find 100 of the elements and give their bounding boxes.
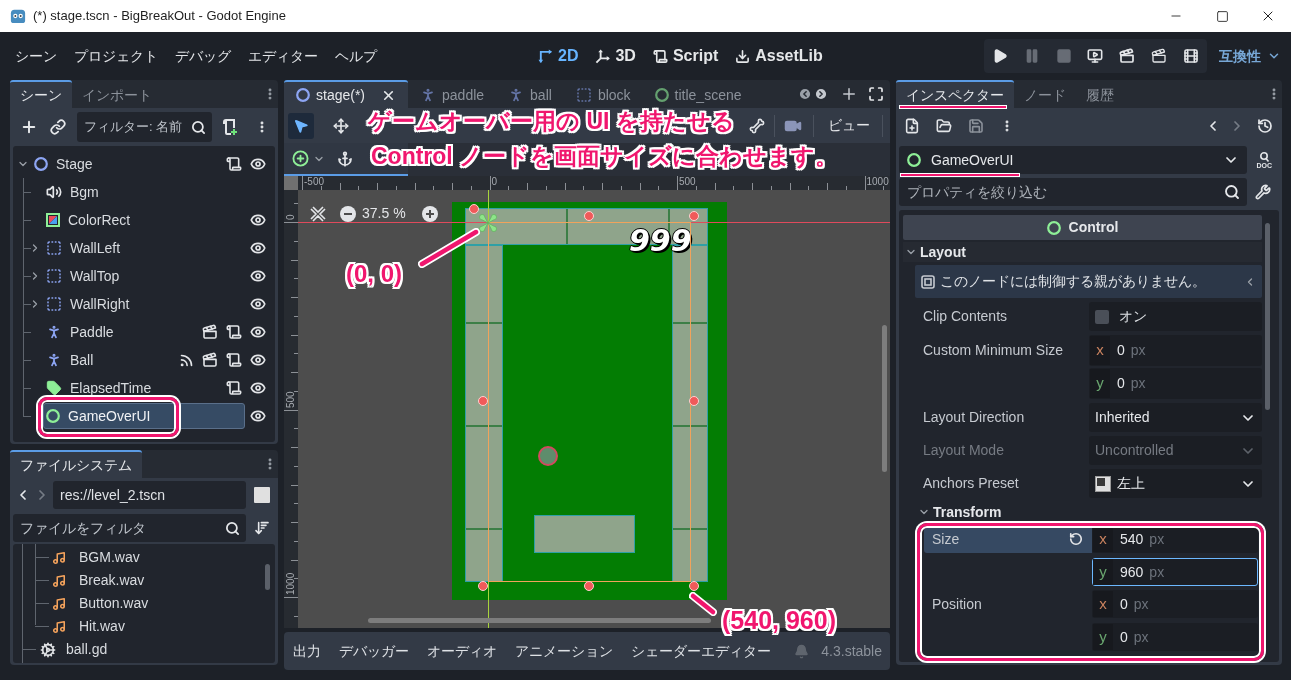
- workspace-tab[interactable]: 2D: [538, 44, 579, 68]
- bottom-panel-tab[interactable]: アニメーション: [515, 640, 613, 662]
- scroll-right-icon[interactable]: [814, 87, 828, 101]
- resize-handle[interactable]: [478, 396, 488, 406]
- tree-item[interactable]: ColorRect: [43, 207, 134, 233]
- eye-icon[interactable]: [250, 352, 266, 368]
- eye-icon[interactable]: [250, 408, 266, 424]
- scroll-icon[interactable]: [226, 324, 242, 340]
- clapperboard-icon[interactable]: [202, 352, 218, 368]
- clapperboard-icon[interactable]: [202, 324, 218, 340]
- play-icon[interactable]: [992, 48, 1008, 64]
- bone-icon[interactable]: [749, 117, 765, 134]
- resize-handle[interactable]: [689, 211, 699, 221]
- tree-item[interactable]: ElapsedTime: [43, 375, 155, 401]
- eye-icon[interactable]: [250, 380, 266, 396]
- number-field[interactable]: x 0 px: [1089, 335, 1262, 366]
- dock-tab[interactable]: 履歴: [1076, 80, 1124, 108]
- folder-open-icon[interactable]: [936, 118, 952, 134]
- scroll-icon[interactable]: [226, 156, 242, 172]
- scroll-icon[interactable]: [226, 380, 242, 396]
- number-field[interactable]: y 0 px: [1092, 623, 1258, 651]
- scene-tab[interactable]: stage(*): [284, 80, 409, 108]
- save-icon[interactable]: [968, 118, 984, 134]
- number-field[interactable]: y 0 px: [1089, 368, 1262, 399]
- bottom-panel-tab[interactable]: オーディオ: [427, 640, 497, 662]
- workspace-tab[interactable]: 3D: [595, 44, 636, 68]
- file-item[interactable]: Button.wav: [79, 593, 149, 614]
- dock-tab[interactable]: ノード: [1014, 80, 1076, 108]
- filter-field[interactable]: フィルター: 名前: [77, 112, 212, 142]
- scene-tab[interactable]: ball: [496, 80, 564, 108]
- link-icon[interactable]: [50, 119, 66, 135]
- resize-handle[interactable]: [689, 581, 699, 591]
- wrench-icon[interactable]: [1255, 184, 1271, 200]
- maximize-icon[interactable]: [1215, 9, 1229, 23]
- file-item[interactable]: Hit.wav: [79, 616, 125, 637]
- zoom-out-icon[interactable]: [340, 205, 356, 222]
- scroll-left-icon[interactable]: [798, 87, 812, 101]
- resize-handle[interactable]: [584, 581, 594, 591]
- scene-tab[interactable]: title_scene: [642, 80, 754, 108]
- dock-tab[interactable]: インスペクター: [896, 80, 1014, 108]
- menu-item[interactable]: ヘルプ: [335, 45, 377, 67]
- filter-field[interactable]: ファイルをフィルタ: [13, 514, 246, 542]
- tool-button[interactable]: [288, 112, 314, 139]
- workspace-tab[interactable]: AssetLib: [735, 44, 823, 68]
- number-field[interactable]: x 0 px: [1092, 590, 1258, 618]
- dropdown[interactable]: 左上: [1089, 469, 1262, 498]
- add-anchor-icon[interactable]: [292, 150, 309, 167]
- tree-item[interactable]: GameOverUI: [43, 403, 245, 429]
- path-field[interactable]: res://level_2.tscn: [53, 481, 246, 509]
- add-icon[interactable]: [840, 85, 858, 103]
- number-field[interactable]: y 960 px: [1092, 558, 1258, 586]
- tree-item[interactable]: Ball: [43, 347, 97, 373]
- zoom-in-icon[interactable]: [421, 205, 438, 222]
- dock-tab[interactable]: インポート: [72, 80, 162, 108]
- checkbox-field[interactable]: オン: [1089, 302, 1262, 331]
- file-item[interactable]: Break.wav: [79, 570, 145, 591]
- tree-item[interactable]: Stage: [31, 151, 96, 177]
- scene-tab[interactable]: paddle: [408, 80, 497, 108]
- eye-icon[interactable]: [250, 324, 266, 340]
- center-view-icon[interactable]: [310, 205, 326, 222]
- renderer-dropdown[interactable]: 互換性: [1219, 45, 1281, 67]
- dock-tab[interactable]: ファイルシステム: [10, 450, 142, 478]
- clapperboard-icon[interactable]: [1151, 48, 1168, 64]
- clapperboard-icon[interactable]: [1119, 48, 1136, 64]
- tree-item[interactable]: WallLeft: [43, 235, 124, 261]
- filter-field[interactable]: プロパティを絞り込む: [899, 178, 1247, 206]
- file-item[interactable]: BGM.wav: [79, 547, 140, 568]
- tree-item[interactable]: WallTop: [43, 263, 123, 289]
- eye-icon[interactable]: [250, 212, 266, 228]
- zoom-level[interactable]: 37.5 %: [362, 203, 406, 224]
- bottom-panel-tab[interactable]: 出力: [293, 640, 321, 662]
- tree-item[interactable]: WallRight: [43, 291, 133, 317]
- history-icon[interactable]: [1257, 118, 1273, 134]
- file-item[interactable]: ball.gd: [66, 639, 108, 660]
- resize-handle[interactable]: [469, 204, 479, 214]
- film-icon[interactable]: [1182, 48, 1199, 64]
- eye-icon[interactable]: [250, 268, 266, 284]
- view-menu[interactable]: ビュー: [828, 115, 870, 136]
- revert-icon[interactable]: [1069, 532, 1083, 546]
- signal-icon[interactable]: [179, 352, 194, 368]
- section-header[interactable]: Layout: [903, 242, 1262, 262]
- add-icon[interactable]: [20, 118, 38, 136]
- fullscreen-icon[interactable]: [868, 86, 884, 102]
- menu-item[interactable]: シーン: [15, 45, 57, 67]
- anchor-marker-icon[interactable]: [479, 214, 497, 232]
- scroll-icon[interactable]: [226, 352, 242, 368]
- bottom-panel-tab[interactable]: シェーダーエディター: [631, 640, 771, 662]
- sort-icon[interactable]: [254, 520, 270, 536]
- tree-item[interactable]: Bgm: [43, 179, 102, 205]
- script-add-icon[interactable]: [222, 119, 238, 135]
- resize-handle[interactable]: [478, 581, 488, 591]
- menu-item[interactable]: デバッグ: [175, 45, 231, 67]
- new-file-icon[interactable]: [904, 118, 920, 134]
- workspace-tab[interactable]: Script: [652, 44, 719, 68]
- anchor-icon[interactable]: [337, 150, 353, 167]
- object-selector[interactable]: GameOverUI: [899, 146, 1247, 174]
- menu-item[interactable]: プロジェクト: [74, 45, 158, 67]
- checkbox[interactable]: [1095, 309, 1109, 324]
- resize-handle[interactable]: [584, 211, 594, 221]
- eye-icon[interactable]: [250, 296, 266, 312]
